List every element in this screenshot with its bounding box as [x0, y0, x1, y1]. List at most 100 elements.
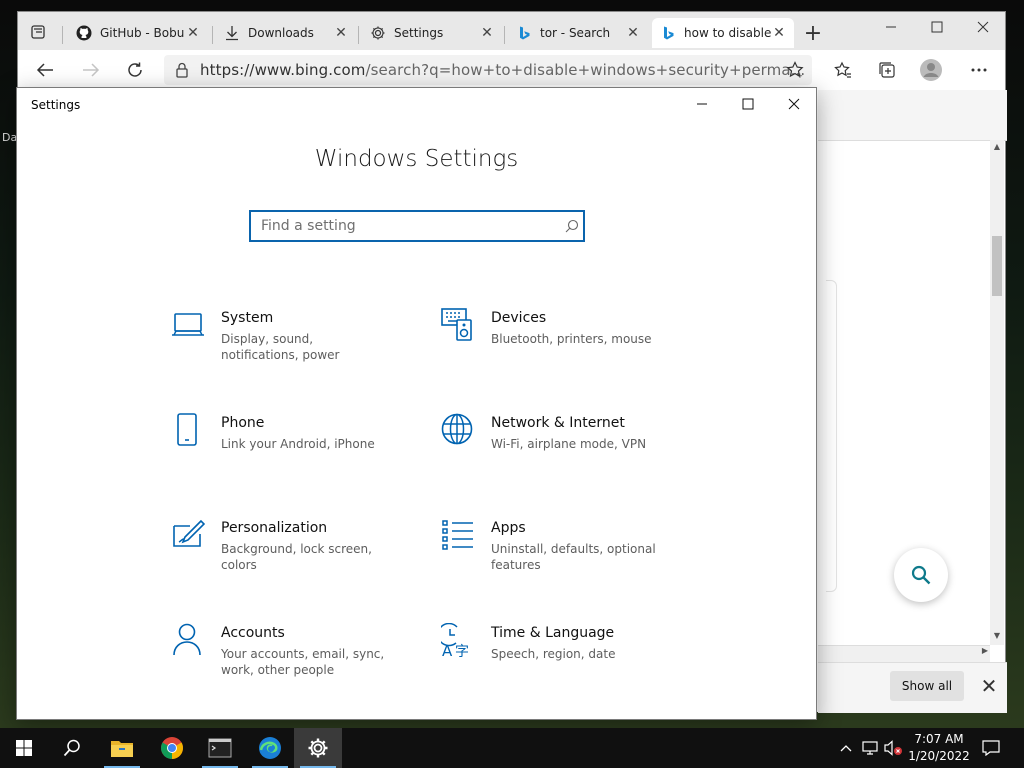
close-downloads-bar-icon[interactable]: ✕: [976, 673, 1002, 699]
find-setting-search[interactable]: [249, 210, 585, 242]
scroll-down-arrow-icon[interactable]: ▼: [990, 631, 1004, 643]
terminal-icon: [208, 738, 232, 758]
close-window-button[interactable]: [960, 12, 1006, 42]
category-description: Link your Android, iPhone: [221, 437, 375, 451]
taskbar-search-button[interactable]: [48, 728, 96, 768]
tab-tor-search[interactable]: tor - Search ✕: [508, 18, 648, 48]
favorites-icon[interactable]: [830, 58, 856, 82]
start-icon: [16, 740, 32, 756]
collections-icon[interactable]: [874, 58, 900, 82]
address-bar[interactable]: https://www.bing.com/search?q=how+to+dis…: [164, 55, 812, 85]
scroll-up-arrow-icon[interactable]: ▲: [990, 142, 1004, 154]
taskbar: 7:07 AM 1/20/2022: [0, 728, 1024, 768]
file-explorer-button[interactable]: [98, 728, 146, 768]
category-personalization[interactable]: Personalization Background, lock screen,…: [171, 518, 411, 588]
downloads-bar: Show all ✕: [818, 662, 1007, 713]
category-name: Accounts: [221, 625, 285, 641]
clock-date: 1/20/2022: [908, 749, 970, 763]
search-icon: [63, 739, 80, 757]
chrome-icon: [161, 737, 183, 759]
laptop-icon: [171, 308, 205, 342]
close-tab-icon[interactable]: ✕: [480, 25, 494, 41]
search-fab-button[interactable]: [894, 548, 948, 602]
terminal-button[interactable]: [196, 728, 244, 768]
tab-title: tor - Search: [540, 26, 611, 40]
settings-icon: [308, 738, 328, 758]
tab-downloads[interactable]: Downloads ✕: [216, 18, 356, 48]
network-tray-button[interactable]: [860, 728, 880, 768]
tab-actions-icon[interactable]: [30, 24, 46, 40]
minimize-button[interactable]: [868, 12, 914, 42]
category-name: Network & Internet: [491, 415, 625, 431]
edge-button[interactable]: [246, 728, 294, 768]
tab-title: Settings: [394, 26, 444, 40]
tab-separator: [62, 26, 63, 44]
more-options-icon[interactable]: [966, 58, 992, 82]
svg-text:A: A: [442, 642, 453, 657]
close-window-button[interactable]: [771, 88, 817, 120]
desktop-icon-label[interactable]: Da: [2, 131, 17, 144]
start-button[interactable]: [0, 728, 48, 768]
category-description: Background, lock screen, colors: [221, 542, 372, 572]
url-path: /search?q=how+to+disable+windows+securit…: [365, 61, 806, 79]
search-icon[interactable]: [561, 219, 583, 233]
speaker-muted-icon: [884, 740, 902, 756]
chrome-button[interactable]: [148, 728, 196, 768]
category-description: Bluetooth, printers, mouse: [491, 332, 652, 346]
show-all-button[interactable]: Show all: [890, 671, 964, 701]
scrollbar-thumb[interactable]: [992, 236, 1002, 296]
minimize-button[interactable]: [679, 88, 725, 120]
vertical-scrollbar[interactable]: ▲ ▼: [990, 140, 1004, 645]
tab-separator: [504, 26, 505, 44]
category-accounts[interactable]: Accounts Your accounts, email, sync, wor…: [171, 623, 411, 693]
category-system[interactable]: System Display, sound, notifications, po…: [171, 308, 411, 378]
close-tab-icon[interactable]: ✕: [626, 25, 640, 41]
category-network-internet[interactable]: Network & Internet Wi-Fi, airplane mode,…: [441, 413, 681, 483]
page-header-strip: [818, 90, 1007, 141]
page-title: Windows Settings: [314, 146, 519, 172]
category-name: Apps: [491, 520, 526, 536]
category-description: Uninstall, defaults, optional features: [491, 542, 656, 572]
person-icon: [171, 623, 205, 657]
tab-title: GitHub - Bobu: [100, 26, 185, 40]
file-explorer-icon: [111, 741, 133, 757]
back-button[interactable]: [32, 58, 58, 82]
svg-text:+: +: [797, 72, 803, 79]
close-tab-icon[interactable]: ✕: [186, 25, 200, 41]
maximize-button[interactable]: [914, 12, 960, 42]
forward-button[interactable]: [78, 58, 104, 82]
show-hidden-icons-button[interactable]: [836, 728, 856, 768]
action-center-button[interactable]: [978, 728, 1004, 768]
volume-tray-button[interactable]: [882, 728, 904, 768]
category-devices[interactable]: Devices Bluetooth, printers, mouse: [441, 308, 681, 378]
category-name: System: [221, 310, 274, 326]
close-tab-icon[interactable]: ✕: [334, 25, 348, 41]
search-input[interactable]: [251, 212, 561, 240]
category-phone[interactable]: Phone Link your Android, iPhone: [171, 413, 411, 483]
settings-window: Settings Windows Settings System Display…: [16, 87, 817, 720]
refresh-button[interactable]: [122, 58, 148, 82]
scroll-right-arrow-icon[interactable]: ▶: [982, 646, 988, 655]
settings-taskbar-button[interactable]: [294, 728, 342, 768]
github-icon: [76, 25, 92, 41]
category-time-language[interactable]: A字 Time & Language Speech, region, date: [437, 622, 681, 693]
category-apps[interactable]: Apps Uninstall, defaults, optional featu…: [441, 518, 681, 588]
globe-icon: [441, 413, 475, 447]
add-favorite-icon[interactable]: +: [782, 58, 808, 82]
download-icon: [224, 25, 240, 41]
horizontal-scrollbar[interactable]: ▶: [818, 645, 990, 662]
tab-separator: [212, 26, 213, 44]
new-tab-button[interactable]: +: [800, 22, 826, 48]
lock-icon[interactable]: [164, 62, 200, 78]
clock-time: 7:07 AM: [914, 732, 964, 746]
close-tab-icon[interactable]: ✕: [772, 25, 786, 41]
tab-github[interactable]: GitHub - Bobu ✕: [68, 18, 208, 48]
address-toolbar: https://www.bing.com/search?q=how+to+dis…: [18, 50, 1005, 90]
tab-how-to-disable[interactable]: how to disable ✕: [652, 18, 794, 48]
tab-separator: [358, 26, 359, 44]
profile-avatar-icon[interactable]: [918, 58, 944, 82]
notification-icon: [982, 740, 1000, 756]
taskbar-clock[interactable]: 7:07 AM 1/20/2022: [906, 731, 972, 765]
maximize-button[interactable]: [725, 88, 771, 120]
tab-settings[interactable]: Settings ✕: [362, 18, 502, 48]
